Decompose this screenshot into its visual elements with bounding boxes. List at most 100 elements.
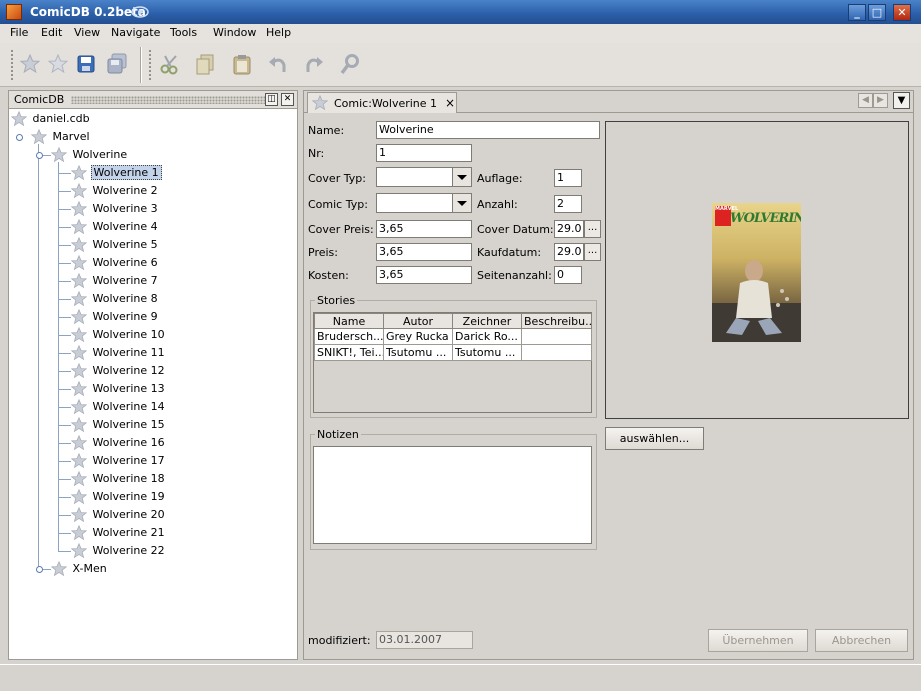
- star-outline-icon[interactable]: [46, 52, 70, 76]
- chevron-down-icon[interactable]: [452, 194, 471, 212]
- uebernehmen-button[interactable]: Übernehmen: [708, 629, 808, 652]
- cover-datum-picker-button[interactable]: ...: [584, 220, 601, 238]
- column-header[interactable]: Beschreibu...: [521, 313, 592, 329]
- menu-window[interactable]: Window: [213, 26, 256, 39]
- table-cell[interactable]: Tsutomu ...: [452, 344, 522, 361]
- star-icon[interactable]: [18, 52, 42, 76]
- tree-item-wolverine-22[interactable]: Wolverine 22: [71, 542, 167, 560]
- tab-list-dropdown-icon[interactable]: ▼: [893, 92, 910, 109]
- tree-item-wolverine-3[interactable]: Wolverine 3: [71, 200, 160, 218]
- table-cell[interactable]: Darick Ro...: [452, 328, 522, 345]
- cover-typ-select[interactable]: [376, 167, 472, 187]
- tree-item-x-men[interactable]: X-Men: [51, 560, 109, 578]
- tree-item-wolverine-21[interactable]: Wolverine 21: [71, 524, 167, 542]
- table-cell[interactable]: Grey Rucka: [383, 328, 453, 345]
- menu-edit[interactable]: Edit: [41, 26, 62, 39]
- cover-datum-field[interactable]: 29.0: [554, 220, 584, 238]
- scroll-tabs-right-icon[interactable]: ▶: [873, 93, 888, 108]
- tree-item-wolverine-12[interactable]: Wolverine 12: [71, 362, 167, 380]
- tree-item-wolverine-16[interactable]: Wolverine 16: [71, 434, 167, 452]
- cover-preis-field[interactable]: 3,65: [376, 220, 472, 238]
- anzahl-field[interactable]: 2: [554, 195, 582, 213]
- tree-item-wolverine-9[interactable]: Wolverine 9: [71, 308, 160, 326]
- tree-item-marvel[interactable]: Marvel: [31, 128, 92, 146]
- column-header[interactable]: Name: [314, 313, 384, 329]
- toolbar-grip[interactable]: [10, 49, 14, 81]
- toolbar-grip-2[interactable]: [148, 49, 152, 81]
- tree-item-wolverine-2[interactable]: Wolverine 2: [71, 182, 160, 200]
- star-icon: [71, 525, 87, 541]
- search-icon[interactable]: [338, 52, 362, 76]
- table-cell[interactable]: Brudersch...: [314, 328, 384, 345]
- expand-toggle-marvel[interactable]: [16, 134, 23, 141]
- seitenanzahl-field[interactable]: 0: [554, 266, 582, 284]
- comic-typ-select[interactable]: [376, 193, 472, 213]
- auflage-field[interactable]: 1: [554, 169, 582, 187]
- name-field[interactable]: Wolverine: [376, 121, 600, 139]
- close-window-button[interactable]: ✕: [893, 4, 911, 21]
- tree-line: [58, 299, 71, 300]
- table-cell[interactable]: Tsutomu ...: [383, 344, 453, 361]
- copy-icon[interactable]: [193, 52, 217, 76]
- column-header[interactable]: Autor: [383, 313, 453, 329]
- table-row[interactable]: SNIKT!, Tei... Tsutomu ... Tsutomu ...: [314, 344, 592, 361]
- kaufdatum-field[interactable]: 29.0: [554, 243, 584, 261]
- chevron-down-icon[interactable]: [452, 168, 471, 186]
- menu-view[interactable]: View: [74, 26, 100, 39]
- expand-toggle-wolverine[interactable]: [36, 152, 43, 159]
- table-cell[interactable]: [521, 344, 592, 361]
- column-header[interactable]: Zeichner: [452, 313, 522, 329]
- tree-item-wolverine-6[interactable]: Wolverine 6: [71, 254, 160, 272]
- tree-item-wolverine-20[interactable]: Wolverine 20: [71, 506, 167, 524]
- maximize-button[interactable]: □: [868, 4, 886, 21]
- tree-item-wolverine-13[interactable]: Wolverine 13: [71, 380, 167, 398]
- scroll-tabs-left-icon[interactable]: ◀: [858, 93, 873, 108]
- tree-item-wolverine-14[interactable]: Wolverine 14: [71, 398, 167, 416]
- tree-item-wolverine-8[interactable]: Wolverine 8: [71, 290, 160, 308]
- save-icon[interactable]: [74, 52, 98, 76]
- tree-item-root[interactable]: daniel.cdb: [11, 110, 92, 128]
- panel-drag-grip[interactable]: [71, 96, 267, 104]
- tree-line: [58, 371, 71, 372]
- tree-item-wolverine-17[interactable]: Wolverine 17: [71, 452, 167, 470]
- tab-close-icon[interactable]: ×: [445, 96, 455, 110]
- tree-item-wolverine-19[interactable]: Wolverine 19: [71, 488, 167, 506]
- table-cell[interactable]: SNIKT!, Tei...: [314, 344, 384, 361]
- tree-item-wolverine-5[interactable]: Wolverine 5: [71, 236, 160, 254]
- menu-help[interactable]: Help: [266, 26, 291, 39]
- kaufdatum-picker-button[interactable]: ...: [584, 243, 601, 261]
- minimize-button[interactable]: _: [848, 4, 866, 21]
- seitenanzahl-label: Seitenanzahl:: [477, 269, 552, 282]
- auswaehlen-button[interactable]: auswählen...: [605, 427, 704, 450]
- tree-item-wolverine[interactable]: Wolverine: [51, 146, 129, 164]
- abbrechen-button[interactable]: Abbrechen: [815, 629, 908, 652]
- undo-icon[interactable]: [266, 52, 290, 76]
- notizen-textarea[interactable]: [313, 446, 592, 544]
- tree-item-wolverine-4[interactable]: Wolverine 4: [71, 218, 160, 236]
- menu-file[interactable]: File: [10, 26, 28, 39]
- tree-item-wolverine-7[interactable]: Wolverine 7: [71, 272, 160, 290]
- stories-table: Name Autor Zeichner Beschreibu... Brudersch…: [314, 313, 592, 361]
- paste-icon[interactable]: [230, 52, 254, 76]
- star-icon: [71, 201, 87, 217]
- close-panel-icon[interactable]: ✕: [281, 93, 294, 106]
- preis-field[interactable]: 3,65: [376, 243, 472, 261]
- tab-comic-wolverine-1[interactable]: Comic:Wolverine 1 ×: [307, 92, 457, 113]
- tree-item-wolverine-15[interactable]: Wolverine 15: [71, 416, 167, 434]
- expand-toggle-x-men[interactable]: [36, 566, 43, 573]
- tree-item-wolverine-1[interactable]: Wolverine 1: [71, 164, 162, 182]
- nr-field[interactable]: 1: [376, 144, 472, 162]
- kosten-field[interactable]: 3,65: [376, 266, 472, 284]
- redo-icon[interactable]: [302, 52, 326, 76]
- menu-navigate[interactable]: Navigate: [111, 26, 160, 39]
- menu-tools[interactable]: Tools: [170, 26, 197, 39]
- save-all-icon[interactable]: [105, 52, 129, 76]
- tree-item-wolverine-10[interactable]: Wolverine 10: [71, 326, 167, 344]
- tree-item-wolverine-18[interactable]: Wolverine 18: [71, 470, 167, 488]
- cut-icon[interactable]: [158, 52, 182, 76]
- minimize-panel-icon[interactable]: ◫: [265, 93, 278, 106]
- tree-item-wolverine-11[interactable]: Wolverine 11: [71, 344, 167, 362]
- table-row[interactable]: Brudersch... Grey Rucka Darick Ro...: [314, 328, 592, 345]
- tree-line: [38, 144, 39, 569]
- table-cell[interactable]: [521, 328, 592, 345]
